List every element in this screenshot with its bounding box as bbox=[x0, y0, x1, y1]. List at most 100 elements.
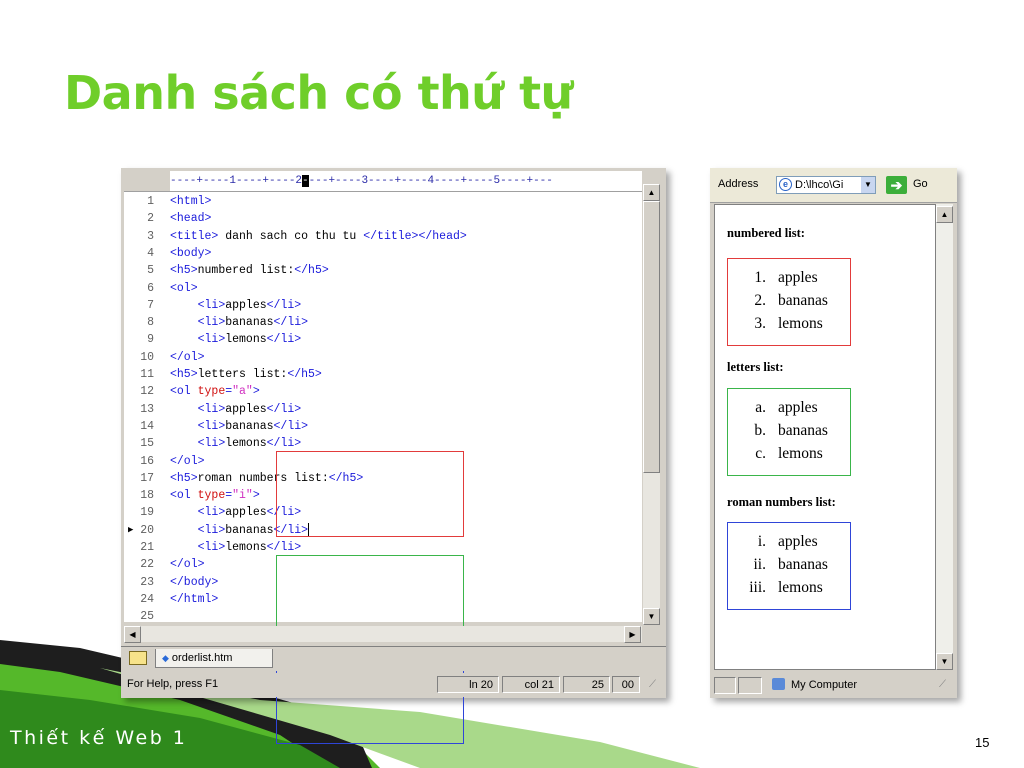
code-line[interactable]: 13 <li>apples</li> bbox=[124, 401, 642, 418]
list-item-text: lemons bbox=[778, 315, 823, 332]
code-line[interactable]: 5 <h5>numbered list:</h5> bbox=[124, 262, 642, 279]
code-line[interactable]: 23 </body> bbox=[124, 574, 642, 591]
code-text: </body> bbox=[170, 575, 219, 589]
line-number: 15 bbox=[140, 437, 154, 451]
code-text: <li>lemons</li> bbox=[197, 333, 302, 347]
scroll-left-button[interactable]: ◀ bbox=[124, 626, 141, 643]
ordered-list: 1. apples 2. bananas 3. lemons bbox=[727, 258, 851, 346]
code-line[interactable]: 11 <h5>letters list:</h5> bbox=[124, 366, 642, 383]
resize-grip-icon[interactable]: ⟋ bbox=[939, 679, 946, 690]
line-number: 22 bbox=[140, 558, 154, 572]
list-marker: b. bbox=[754, 422, 766, 439]
code-line[interactable]: 2 <head> bbox=[124, 210, 642, 227]
arrow-right-icon: ➔ bbox=[890, 177, 903, 193]
code-text: <title> danh sach co thu tu </title></he… bbox=[170, 229, 467, 243]
code-line[interactable]: 16 </ol> bbox=[124, 453, 642, 470]
code-line[interactable]: 10 </ol> bbox=[124, 349, 642, 366]
line-number: 16 bbox=[140, 454, 154, 468]
list-item: a. apples bbox=[728, 396, 852, 420]
code-text: <li>apples</li> bbox=[197, 402, 302, 416]
scroll-thumb[interactable] bbox=[643, 201, 660, 473]
ie-page-icon: e bbox=[779, 178, 792, 191]
list-item-text: bananas bbox=[778, 422, 828, 439]
my-computer-icon bbox=[772, 678, 785, 690]
code-text: <ol type="a"> bbox=[170, 385, 260, 399]
address-input[interactable]: e D:\lhco\Gi ▼ bbox=[776, 176, 876, 194]
list-marker: ii. bbox=[753, 556, 767, 573]
list-item-text: apples bbox=[778, 399, 818, 416]
line-number: 9 bbox=[147, 333, 154, 347]
list-marker: i. bbox=[757, 533, 766, 550]
slide-title: Danh sách có thứ tự bbox=[64, 66, 573, 120]
resize-grip-icon[interactable]: ⟋ bbox=[649, 679, 656, 690]
ruler: ----+----1----+----2----+----3----+----4… bbox=[124, 171, 642, 192]
code-line[interactable]: 12 <ol type="a"> bbox=[124, 383, 642, 400]
code-line[interactable]: 3 <title> danh sach co thu tu </title></h… bbox=[124, 228, 642, 245]
code-text: <ol> bbox=[170, 281, 198, 295]
browser-scroll-up-button[interactable]: ▲ bbox=[936, 206, 953, 223]
tab-orderlist[interactable]: ◆ orderlist.htm bbox=[155, 649, 273, 668]
vertical-scrollbar[interactable]: ▲ ▼ bbox=[643, 184, 660, 625]
code-line[interactable]: 9 <li>lemons</li> bbox=[124, 331, 642, 348]
list-item: iii. lemons bbox=[728, 576, 852, 600]
horizontal-scrollbar[interactable]: ◀ ▶ bbox=[124, 626, 642, 643]
chevron-down-icon[interactable]: ▼ bbox=[861, 177, 875, 193]
code-line[interactable]: 18 <ol type="i"> bbox=[124, 487, 642, 504]
browser-scroll-down-button[interactable]: ▼ bbox=[936, 653, 953, 670]
code-line[interactable]: 24 </html> bbox=[124, 591, 642, 608]
line-number: 23 bbox=[140, 575, 154, 589]
code-line[interactable]: 8 <li>bananas</li> bbox=[124, 314, 642, 331]
status-col: col 21 bbox=[502, 676, 560, 693]
scroll-right-button[interactable]: ▶ bbox=[624, 626, 641, 643]
go-label[interactable]: Go bbox=[913, 178, 928, 190]
scroll-down-button[interactable]: ▼ bbox=[643, 608, 660, 625]
list-item-text: bananas bbox=[778, 556, 828, 573]
folder-icon[interactable] bbox=[129, 651, 147, 665]
list-item-text: bananas bbox=[778, 292, 828, 309]
footer-text: Thiết kế Web 1 bbox=[10, 727, 188, 749]
html-file-icon: ◆ bbox=[162, 653, 169, 663]
code-line[interactable]: 19 <li>apples</li> bbox=[124, 504, 642, 521]
code-text: <li>apples</li> bbox=[197, 506, 302, 520]
code-line[interactable]: 20 ▶ <li>bananas</li> bbox=[124, 522, 642, 539]
line-number: 1 bbox=[147, 195, 154, 208]
status-num2: 00 bbox=[612, 676, 640, 693]
code-line[interactable]: 25 bbox=[124, 608, 642, 622]
browser-vertical-scrollbar[interactable]: ▲ ▼ bbox=[936, 204, 953, 670]
list-item: 2. bananas bbox=[728, 289, 852, 313]
code-text: <head> bbox=[170, 212, 212, 226]
code-line[interactable]: 7 <li>apples</li> bbox=[124, 297, 642, 314]
code-line[interactable]: 22 </ol> bbox=[124, 556, 642, 573]
code-line[interactable]: 1 <html> bbox=[124, 193, 642, 210]
line-number: 6 bbox=[147, 281, 154, 295]
list-item: c. lemons bbox=[728, 442, 852, 466]
ordered-list: a. apples b. bananas c. lemons bbox=[727, 388, 851, 476]
code-area[interactable]: 1 <html> 2 <head> 3 <title> danh sach co thu … bbox=[124, 192, 642, 622]
list-heading: letters list: bbox=[727, 360, 784, 374]
code-line[interactable]: 14 <li>bananas</li> bbox=[124, 418, 642, 435]
line-number: 11 bbox=[140, 368, 154, 381]
code-text: </ol> bbox=[170, 454, 205, 468]
text-cursor bbox=[308, 522, 310, 537]
code-line[interactable]: 15 <li>lemons</li> bbox=[124, 435, 642, 452]
list-marker: c. bbox=[755, 445, 766, 462]
code-text: <li>bananas</li> bbox=[197, 522, 310, 537]
code-line[interactable]: 21 <li>lemons</li> bbox=[124, 539, 642, 556]
code-line[interactable]: 6 <ol> bbox=[124, 280, 642, 297]
list-item-text: apples bbox=[778, 533, 818, 550]
page-number: 15 bbox=[975, 735, 990, 750]
code-text: <li>lemons</li> bbox=[197, 437, 302, 451]
code-line[interactable]: 17 <h5>roman numbers list:</h5> bbox=[124, 470, 642, 487]
line-number: 8 bbox=[147, 316, 154, 330]
code-text: <li>lemons</li> bbox=[197, 541, 302, 554]
current-line-marker-icon: ▶ bbox=[128, 524, 134, 535]
browser-status-text: My Computer bbox=[791, 679, 858, 691]
line-number: 5 bbox=[147, 264, 154, 278]
address-value: D:\lhco\Gi bbox=[795, 179, 844, 191]
go-button[interactable]: ➔ bbox=[886, 176, 907, 194]
list-item: i. apples bbox=[728, 530, 852, 554]
code-line[interactable]: 4 <body> bbox=[124, 245, 642, 262]
list-item: ii. bananas bbox=[728, 553, 852, 577]
scroll-up-button[interactable]: ▲ bbox=[643, 184, 660, 201]
file-tab-bar: ◆ orderlist.htm bbox=[121, 646, 666, 671]
